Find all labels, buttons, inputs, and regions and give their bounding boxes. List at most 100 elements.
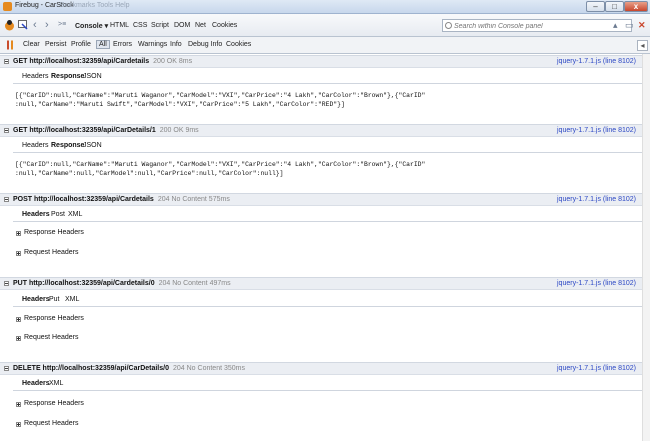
response-headers-toggle[interactable]: Response Headers xyxy=(24,315,84,322)
tab-headers[interactable]: Headers xyxy=(22,142,48,149)
response-headers-toggle[interactable]: Response Headers xyxy=(24,229,84,236)
request-status: 204 No Content 350ms xyxy=(173,365,245,372)
firebug-icon xyxy=(3,2,12,11)
tab-script[interactable]: Script xyxy=(151,22,169,29)
request-method-url: POST http://localhost:32359/api/Cardetai… xyxy=(13,196,230,203)
tab-json[interactable]: JSON xyxy=(83,142,102,149)
expand-icon[interactable] xyxy=(16,336,21,341)
back-icon[interactable]: ‹ xyxy=(33,19,37,31)
source-link[interactable]: jquery-1.7.1.js (line 8102) xyxy=(557,365,636,372)
tab-headers[interactable]: Headers xyxy=(22,211,50,218)
vertical-scrollbar[interactable] xyxy=(642,54,650,441)
tab-response[interactable]: Response xyxy=(51,73,84,80)
tab-post[interactable]: Post xyxy=(51,211,65,218)
expand-icon[interactable] xyxy=(16,402,21,407)
tab-response[interactable]: Response xyxy=(51,142,84,149)
request-entry-header[interactable]: DELETE http://localhost:32359/api/CarDet… xyxy=(0,362,650,375)
minimize-button[interactable]: – xyxy=(586,1,605,12)
tab-html[interactable]: HTML xyxy=(110,22,129,29)
tab-divider xyxy=(13,152,643,153)
tab-divider xyxy=(13,390,643,391)
request-method-url: PUT http://localhost:32359/api/Cardetail… xyxy=(13,280,231,287)
maximize-button[interactable]: □ xyxy=(605,1,624,12)
inspect-icon[interactable] xyxy=(18,20,28,30)
tab-put[interactable]: Put xyxy=(49,296,60,303)
request-url: GET http://localhost:32359/api/Cardetail… xyxy=(13,58,150,65)
filter-cookies[interactable]: Cookies xyxy=(226,41,251,48)
request-url: POST http://localhost:32359/api/Cardetai… xyxy=(13,196,154,203)
tab-divider xyxy=(13,221,643,222)
tab-xml[interactable]: XML xyxy=(65,296,79,303)
source-link[interactable]: jquery-1.7.1.js (line 8102) xyxy=(557,196,636,203)
source-link[interactable]: jquery-1.7.1.js (line 8102) xyxy=(557,127,636,134)
filter-info[interactable]: Info xyxy=(170,41,182,48)
collapse-toggle-icon[interactable] xyxy=(4,197,9,202)
request-entry-header[interactable]: POST http://localhost:32359/api/Cardetai… xyxy=(0,193,650,206)
filter-all[interactable]: All xyxy=(96,40,110,49)
filter-errors[interactable]: Errors xyxy=(113,41,132,48)
search-icon xyxy=(445,22,452,29)
tab-console[interactable]: Console ▾ xyxy=(75,22,108,30)
request-status: 204 No Content 497ms xyxy=(158,280,231,287)
response-json: [{"CarID":null,"CarName":"Maruti Waganor… xyxy=(15,161,426,177)
close-firebug-icon[interactable]: ✕ xyxy=(638,20,646,31)
request-status: 200 OK 8ms xyxy=(153,58,193,65)
request-entry-header[interactable]: GET http://localhost:32359/api/Cardetail… xyxy=(0,55,650,68)
tab-cookies[interactable]: Cookies xyxy=(212,22,237,29)
request-url: DELETE http://localhost:32359/api/CarDet… xyxy=(13,365,169,372)
profile-button[interactable]: Profile xyxy=(71,41,91,48)
request-url: PUT http://localhost:32359/api/Cardetail… xyxy=(13,280,155,287)
filter-warnings[interactable]: Warnings xyxy=(138,41,167,48)
tab-headers[interactable]: Headers xyxy=(22,296,50,303)
command-line-icon[interactable]: >≡ xyxy=(58,21,66,28)
tab-css[interactable]: CSS xyxy=(133,22,147,29)
expand-icon[interactable] xyxy=(16,317,21,322)
request-headers-toggle[interactable]: Request Headers xyxy=(24,334,78,341)
collapse-toggle-icon[interactable] xyxy=(4,366,9,371)
collapse-toggle-icon[interactable] xyxy=(4,281,9,286)
tab-headers[interactable]: Headers xyxy=(22,380,50,387)
request-method-url: GET http://localhost:32359/api/CarDetail… xyxy=(13,127,199,134)
tab-json[interactable]: JSON xyxy=(83,73,102,80)
request-method-url: GET http://localhost:32359/api/Cardetail… xyxy=(13,58,192,65)
tab-net[interactable]: Net xyxy=(195,22,206,29)
collapse-toggle-icon[interactable] xyxy=(4,128,9,133)
source-link[interactable]: jquery-1.7.1.js (line 8102) xyxy=(557,280,636,287)
break-on-errors-icon[interactable] xyxy=(5,40,15,51)
source-link[interactable]: jquery-1.7.1.js (line 8102) xyxy=(557,58,636,65)
request-entry-header[interactable]: GET http://localhost:32359/api/CarDetail… xyxy=(0,124,650,137)
detach-icon[interactable]: ▭ xyxy=(625,20,634,31)
tab-divider xyxy=(13,83,643,84)
expand-icon[interactable] xyxy=(16,231,21,236)
persist-button[interactable]: Persist xyxy=(45,41,66,48)
tab-console-label: Console xyxy=(75,23,103,30)
search-input[interactable] xyxy=(454,21,614,31)
tab-headers[interactable]: Headers xyxy=(22,73,48,80)
response-headers-toggle[interactable]: Response Headers xyxy=(24,400,84,407)
response-json: [{"CarID":null,"CarName":"Maruti Waganor… xyxy=(15,92,426,108)
background-menu-text: Bookmarks Tools Help xyxy=(60,2,130,9)
firebug-menu-icon[interactable] xyxy=(3,19,16,31)
request-status: 204 No Content 575ms xyxy=(157,196,230,203)
tab-xml[interactable]: XML xyxy=(68,211,82,218)
request-status: 200 OK 9ms xyxy=(159,127,199,134)
request-headers-toggle[interactable]: Request Headers xyxy=(24,249,78,256)
tab-xml[interactable]: XML xyxy=(49,380,63,387)
tab-divider xyxy=(13,306,643,307)
close-button[interactable]: x xyxy=(624,1,648,12)
expand-icon[interactable] xyxy=(16,422,21,427)
window-titlebar: Firebug - CarStock Bookmarks Tools Help … xyxy=(0,0,650,14)
collapse-icon[interactable]: ▴ xyxy=(613,20,618,31)
filter-debug-info[interactable]: Debug Info xyxy=(188,41,222,48)
clear-button[interactable]: Clear xyxy=(23,41,40,48)
main-toolbar: ‹ › >≡ Console ▾ HTML CSS Script DOM Net… xyxy=(0,14,650,37)
scroll-tabs-icon[interactable]: ◂ xyxy=(637,40,648,51)
request-entry-header[interactable]: PUT http://localhost:32359/api/Cardetail… xyxy=(0,277,650,290)
collapse-toggle-icon[interactable] xyxy=(4,59,9,64)
tab-dom[interactable]: DOM xyxy=(174,22,190,29)
request-url: GET http://localhost:32359/api/CarDetail… xyxy=(13,127,156,134)
request-headers-toggle[interactable]: Request Headers xyxy=(24,420,78,427)
expand-icon[interactable] xyxy=(16,251,21,256)
forward-icon[interactable]: › xyxy=(45,19,49,31)
console-search[interactable] xyxy=(442,19,632,32)
